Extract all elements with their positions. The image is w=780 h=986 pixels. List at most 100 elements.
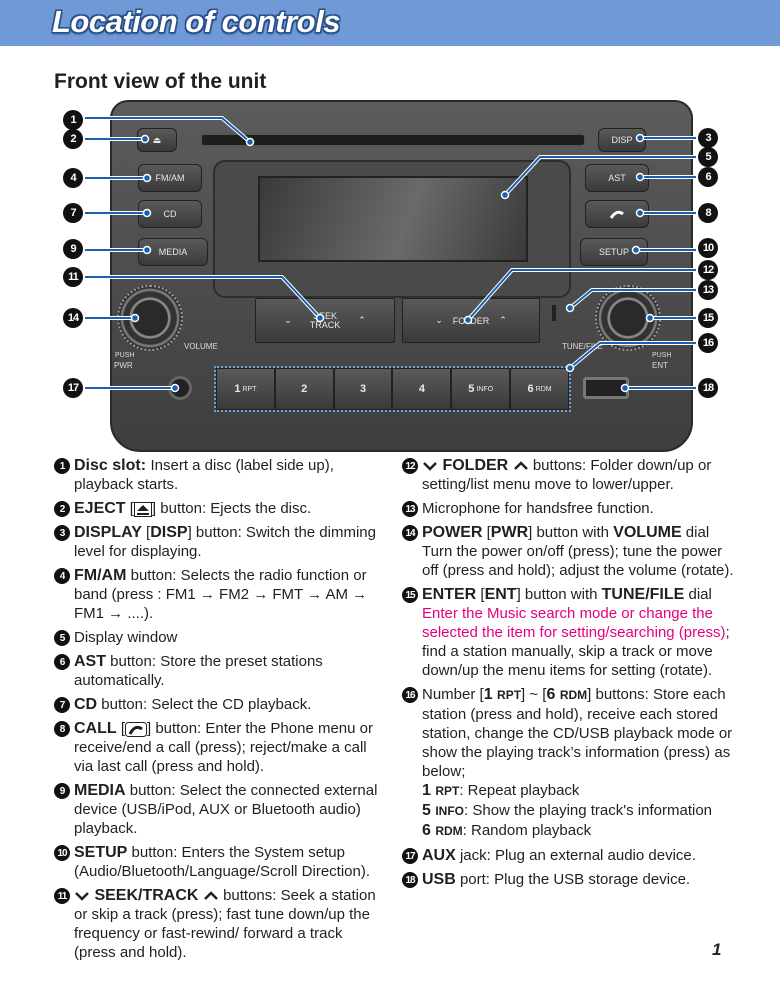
control-name: EJECT bbox=[74, 500, 126, 517]
description-item-11: 11 SEEK/TRACK buttons: Seek a station or… bbox=[54, 886, 384, 962]
callout-3: 3 bbox=[698, 128, 718, 148]
description-text: button: Select the CD playback. bbox=[97, 696, 312, 713]
description-item-7: 7 CD button: Select the CD playback. bbox=[54, 695, 384, 714]
callout-lines bbox=[85, 116, 696, 393]
description-text: Enter the Music search mode or change th… bbox=[422, 605, 726, 641]
item-number: 5 bbox=[54, 630, 70, 646]
item-number: 3 bbox=[54, 525, 70, 541]
item-number: 14 bbox=[402, 525, 418, 541]
control-name: 6 bbox=[546, 686, 560, 703]
item-number: 17 bbox=[402, 848, 418, 864]
item-number: 1 bbox=[54, 458, 70, 474]
description-item-8: 8 CALL [] button: Enter the Phone menu or… bbox=[54, 719, 384, 776]
page-number: 1 bbox=[712, 940, 722, 959]
callout-13: 13 bbox=[698, 280, 718, 300]
control-name: AUX bbox=[422, 847, 456, 864]
control-name: SETUP bbox=[74, 844, 128, 861]
description-item-2: 2 EJECT [] button: Ejects the disc. bbox=[54, 499, 384, 518]
description-text: : Repeat playback bbox=[459, 782, 580, 799]
description-text: Turn the power on/off (press); tune the … bbox=[422, 543, 734, 579]
item-number: 10 bbox=[54, 845, 70, 861]
description-text: dial bbox=[681, 524, 710, 541]
description-text: Microphone for handsfree function. bbox=[422, 500, 654, 517]
callout-18: 18 bbox=[698, 378, 718, 398]
item-number: 6 bbox=[54, 654, 70, 670]
callout-5: 5 bbox=[698, 147, 718, 167]
description-text: [ bbox=[141, 524, 151, 541]
callout-6: 6 bbox=[698, 167, 718, 187]
chevron-down-icon bbox=[75, 892, 89, 901]
chevron-down-icon bbox=[423, 462, 437, 471]
callout-11: 11 bbox=[63, 267, 83, 287]
control-name: ENTER bbox=[422, 586, 477, 603]
callout-15: 15 bbox=[698, 308, 718, 328]
description-text: RDM bbox=[559, 688, 588, 702]
description-text: [ bbox=[476, 586, 485, 603]
description-text: Number [ bbox=[422, 686, 484, 703]
description-text: RPT bbox=[435, 784, 460, 798]
control-name: TUNE/FILE bbox=[601, 586, 685, 603]
control-name: CD bbox=[74, 696, 98, 713]
description-text: dial bbox=[684, 586, 712, 603]
chevron-up-icon bbox=[513, 461, 528, 470]
description-item-3: 3 DISPLAY [DISP] button: Switch the dimmi… bbox=[54, 523, 384, 561]
control-name: 1 bbox=[422, 782, 436, 799]
description-text: ] button with bbox=[516, 586, 602, 603]
description-item-13: 13 Microphone for handsfree function. bbox=[402, 499, 736, 518]
eject-icon bbox=[133, 501, 152, 517]
description-text: Display window bbox=[74, 629, 178, 646]
description-item-6: 6 AST button: Store the preset stations a… bbox=[54, 652, 384, 690]
control-name: CALL bbox=[74, 720, 117, 737]
description-text: ] button with bbox=[528, 524, 614, 541]
callout-9: 9 bbox=[63, 239, 83, 259]
item-number: 13 bbox=[402, 501, 418, 517]
description-item-15: 15 ENTER [ENT] button with TUNE/FILE dial… bbox=[402, 585, 736, 680]
control-name: DISPLAY bbox=[74, 524, 142, 541]
description-item-10: 10 SETUP button: Enters the System setup … bbox=[54, 843, 384, 881]
control-name: 6 bbox=[422, 822, 436, 839]
description-text: [ bbox=[125, 500, 134, 517]
description-text: RDM bbox=[435, 824, 463, 838]
description-text: INFO bbox=[435, 804, 465, 818]
item-number: 15 bbox=[402, 587, 418, 603]
item-number: 7 bbox=[54, 697, 70, 713]
callout-17: 17 bbox=[63, 378, 83, 398]
description-list-left: 1 Disc slot: Insert a disc (label side up… bbox=[54, 456, 384, 967]
control-name: FOLDER bbox=[438, 457, 513, 474]
description-text: [ bbox=[116, 720, 125, 737]
description-text: jack: Plug an external audio device. bbox=[455, 847, 696, 864]
callout-7: 7 bbox=[63, 203, 83, 223]
description-item-1: 1 Disc slot: Insert a disc (label side up… bbox=[54, 456, 384, 494]
description-item-12: 12 FOLDER buttons: Folder down/up or set… bbox=[402, 456, 736, 494]
item-number: 16 bbox=[402, 687, 418, 703]
callout-12: 12 bbox=[698, 260, 718, 280]
callout-2: 2 bbox=[63, 129, 83, 149]
item-number: 12 bbox=[402, 458, 418, 474]
callout-14: 14 bbox=[63, 308, 83, 328]
description-item-14: 14 POWER [PWR] button with VOLUME dial Tur… bbox=[402, 523, 736, 580]
control-name: ENT bbox=[484, 586, 517, 603]
callout-10: 10 bbox=[698, 238, 718, 258]
description-text: : Show the playing track's information bbox=[464, 802, 712, 819]
item-number: 9 bbox=[54, 783, 70, 799]
item-number: 8 bbox=[54, 721, 70, 737]
control-name: VOLUME bbox=[613, 524, 682, 541]
item-number: 4 bbox=[54, 568, 70, 584]
chevron-up-icon bbox=[204, 891, 218, 900]
control-name: 1 bbox=[483, 686, 498, 703]
control-name: 5 bbox=[422, 802, 436, 819]
item-number: 11 bbox=[54, 888, 70, 904]
callout-4: 4 bbox=[63, 168, 83, 188]
control-name: POWER bbox=[422, 524, 483, 541]
description-text: button: Store the preset stations automa… bbox=[74, 653, 323, 689]
description-item-4: 4 FM/AM button: Selects the radio functio… bbox=[54, 566, 384, 623]
control-name: USB bbox=[422, 871, 456, 888]
description-item-5: 5 Display window bbox=[54, 628, 384, 647]
description-text: Disc slot: bbox=[74, 457, 151, 474]
control-name: SEEK/TRACK bbox=[90, 887, 203, 904]
description-text: RPT bbox=[497, 688, 522, 702]
callout-16: 16 bbox=[698, 333, 718, 353]
control-name: FM/AM bbox=[74, 567, 127, 584]
control-name: MEDIA bbox=[74, 782, 126, 799]
description-item-9: 9 MEDIA button: Select the connected exte… bbox=[54, 781, 384, 838]
